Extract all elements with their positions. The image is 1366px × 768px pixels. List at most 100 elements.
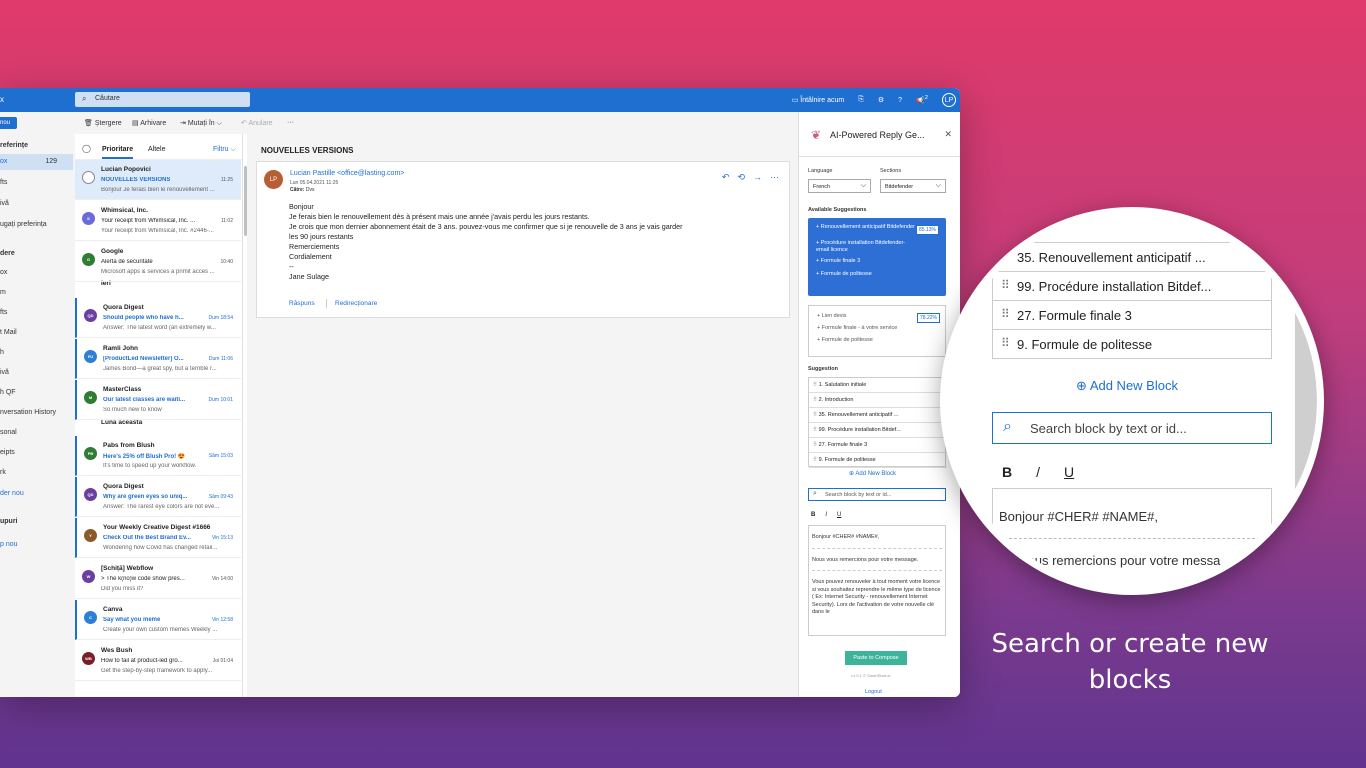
sender-address[interactable]: Lucian Pastille <office@lasting.com> — [290, 170, 404, 177]
forward-icon[interactable]: → — [753, 172, 762, 183]
nav-folder-item[interactable]: ugați preferința — [0, 221, 47, 228]
nav-folder-item[interactable]: fts1 — [0, 179, 7, 186]
suggestion-item[interactable]: + Formule de politesse — [817, 337, 873, 343]
italic-button[interactable]: / — [1036, 464, 1040, 480]
nav-folder-item[interactable]: rk — [0, 469, 6, 476]
zoom-row[interactable]: ⠿ 35. Renouvellement anticipatif ... — [992, 243, 1272, 272]
paste-to-compose-button[interactable]: Paste to Compose — [845, 651, 907, 665]
zoom-row[interactable]: ⠿ 99. Procédure installation Bitdef... — [992, 272, 1272, 301]
suggestion-item[interactable]: + Renouvellement anticipatif Bitdefender — [816, 224, 916, 231]
version-text: v1.0.1 © SmartStart.ai — [851, 673, 891, 678]
nav-folder-item[interactable]: nversation History — [0, 409, 56, 416]
zoom-row[interactable]: ⠿ 9. Formule de politesse — [992, 330, 1272, 359]
suggestion-row[interactable]: ⠿ 9. Formule de politesse — [809, 453, 947, 468]
message-subject: Our latest classes are waiti... — [103, 397, 186, 403]
bold-button[interactable]: B — [811, 512, 815, 518]
nav-folder-item[interactable]: ivă — [0, 200, 9, 207]
suggestion-row[interactable]: ⠿ 27. Formule finale 3 — [809, 438, 947, 453]
nav-folder-item[interactable]: sonal — [0, 429, 17, 436]
list-item[interactable]: S Whimsical, Inc. Your receipt from Whimsi… — [75, 201, 241, 241]
suggestion-row[interactable]: ⠿ 99. Procédure installation Bitdef... — [809, 423, 947, 438]
nav-folder-item[interactable]: ox129 — [0, 154, 73, 170]
zoom-row[interactable]: ction — [992, 214, 1272, 243]
meet-now-button[interactable]: ▭ Întâlnire acum — [792, 96, 845, 104]
message-preview: James Bond—a great spy, but a terrible r… — [103, 366, 217, 372]
nav-folder-item[interactable]: eipts — [0, 449, 15, 456]
new-message-button[interactable]: nou — [0, 117, 17, 129]
new-folder-link[interactable]: der nou — [0, 490, 24, 497]
list-item[interactable]: Y Your Weekly Creative Digest #1666 Check … — [75, 518, 241, 558]
tab-focused[interactable]: Prioritare — [102, 146, 134, 159]
search-box[interactable]: ⌕ Căutare — [75, 92, 250, 107]
list-item[interactable]: WB Wes Bush How to fail at product-led gro… — [75, 641, 241, 681]
gear-icon[interactable]: ⚙ — [878, 96, 884, 104]
logout-link[interactable]: Logout — [865, 689, 882, 695]
suggestion-text: Formule finale - à votre service — [821, 325, 898, 331]
block-search-input[interactable]: ⌕ Search block by text or id... — [808, 488, 946, 501]
nav-folder-label: eipts — [0, 449, 15, 456]
forward-link[interactable]: Redirecționare — [335, 300, 377, 307]
list-item[interactable]: Lucian Popovici NOUVELLES VERSIONS 11:25 Bo… — [75, 160, 241, 200]
suggestion-item[interactable]: + Formule de politesse — [816, 271, 916, 278]
more-button[interactable]: ··· — [287, 119, 294, 126]
reply-editor[interactable]: Bonjour #CHER# #NAME#, Nous vous remercio… — [808, 525, 946, 636]
reply-link[interactable]: Răspuns — [289, 300, 315, 307]
bold-button[interactable]: B — [1002, 464, 1012, 480]
select-all-icon[interactable]: ◯ — [82, 144, 91, 153]
message-sender: Quora Digest — [103, 483, 144, 490]
list-item[interactable]: W [Schiță] Webflow > The k(no)w code show … — [75, 559, 241, 599]
list-item[interactable]: RJ Ramli John [ProductLed Newsletter] O...… — [75, 339, 241, 379]
underline-button[interactable]: U — [1064, 464, 1074, 480]
list-item[interactable]: G Google Alertă de securitate 10:40 Microsof… — [75, 242, 241, 282]
list-item[interactable]: QD Quora Digest Why are green eyes so uniq… — [75, 477, 241, 517]
zoom-add-new-block[interactable]: ⊕ Add New Block — [1076, 378, 1178, 394]
new-group-link[interactable]: p nou — [0, 541, 18, 548]
nav-folder-item[interactable]: fts1 — [0, 309, 7, 316]
suggestion-row-text: 27. Formule finale 3 — [818, 442, 868, 448]
message-time: Vin 15:13 — [211, 535, 233, 541]
close-icon[interactable]: ✕ — [944, 129, 952, 140]
delete-button[interactable]: 🗑 Ștergere — [84, 119, 122, 127]
help-button[interactable]: ? — [898, 97, 902, 104]
list-item[interactable]: C Canva Say what you meme Vin 12:58 Create y… — [75, 600, 241, 640]
reply-all-icon[interactable]: ⟲ — [737, 172, 745, 183]
zoom-row[interactable]: ⠿ 27. Formule finale 3 — [992, 301, 1272, 330]
move-button[interactable]: ⇥ Mutați în ⌵ — [180, 119, 222, 128]
suggestion-row[interactable]: ⠿ 2. Introduction — [809, 393, 947, 408]
suggestion-item[interactable]: + Formule finale 3 — [816, 258, 916, 265]
sections-select[interactable]: Bitdefender ⌵ — [880, 179, 946, 193]
language-select[interactable]: French ⌵ — [808, 179, 871, 193]
message-sender: Google — [101, 248, 124, 255]
more-icon[interactable]: ··· — [770, 172, 779, 183]
megaphone-icon[interactable]: 📢2 — [916, 95, 928, 104]
list-item[interactable]: M MasterClass Our latest classes are waiti… — [75, 380, 241, 420]
underline-button[interactable]: U — [837, 512, 841, 518]
nav-folder-item[interactable]: ivă — [0, 369, 9, 376]
suggestion-row[interactable]: ⠿ 35. Renouvellement anticipatif ... — [809, 408, 947, 423]
message-actions: ↶ ⟲ → ··· — [722, 172, 779, 183]
list-item[interactable]: QD Quora Digest Should people who have h..… — [75, 298, 241, 338]
suggestion-item[interactable]: + Formule finale - à votre service — [817, 325, 897, 331]
nav-folder-item[interactable]: t Mail — [0, 329, 17, 336]
suggestion-row[interactable]: ⠿ 1. Salutation initiale — [809, 378, 947, 393]
nav-folder-item[interactable]: h — [0, 349, 4, 356]
filter-button[interactable]: Filtru ⌵ — [213, 146, 236, 154]
teams-icon[interactable]: ⎘ — [858, 96, 864, 104]
undo-button[interactable]: ↶ Anulare — [241, 119, 273, 127]
zoom-search-input[interactable]: ⌕ Search block by text or id... — [992, 412, 1272, 444]
avatar[interactable]: LP — [942, 93, 956, 107]
nav-folder-item[interactable]: h QF — [0, 389, 16, 396]
reply-icon[interactable]: ↶ — [722, 172, 730, 183]
archive-button[interactable]: ▤ Arhivare — [132, 119, 166, 127]
italic-button[interactable]: I — [825, 512, 827, 518]
suggestion-item[interactable]: + Procédure installation Bitdefender-ema… — [816, 240, 916, 254]
folder-move-icon: ⇥ — [180, 120, 186, 127]
suggestion-item[interactable]: + Lien devis — [817, 313, 847, 319]
add-new-block-button[interactable]: ⊕ Add New Block — [849, 470, 896, 477]
avatar — [82, 171, 95, 184]
nav-folder-item[interactable]: m3 — [0, 289, 6, 296]
nav-folder-item[interactable]: ox129 — [0, 269, 7, 276]
tab-other[interactable]: Altele — [148, 146, 166, 153]
list-item[interactable]: PB Pabs from Blush Here's 25% off Blush Pr… — [75, 436, 241, 476]
zoom-editor[interactable]: Bonjour #CHER# #NAME#, vous remercions p… — [992, 488, 1272, 588]
